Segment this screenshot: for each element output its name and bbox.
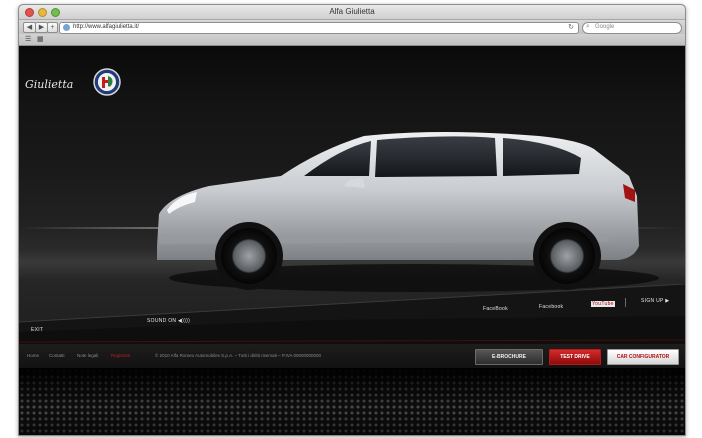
exit-link[interactable]: EXIT xyxy=(31,327,43,333)
footer-link-home[interactable]: Home xyxy=(27,353,39,358)
test-drive-button[interactable]: TEST DRIVE xyxy=(549,349,601,365)
social-link-2[interactable]: Facebook xyxy=(539,304,563,310)
bookmarks-bar: ☰ ▦ xyxy=(19,34,685,46)
window-title: Alfa Giulietta xyxy=(329,7,375,16)
web-page: Giulietta EXIT SOUND ON ◀)))) FaceBook F… xyxy=(19,46,685,435)
footer-legal-text: © 2010 Alfa Romeo Automobiles S.p.A. – T… xyxy=(155,353,321,358)
social-link-1[interactable]: FaceBook xyxy=(483,306,508,312)
nav-banner: EXIT SOUND ON ◀)))) FaceBook Facebook Yo… xyxy=(19,284,685,344)
browser-toolbar: ◀ ▶ + http://www.alfagiulietta.it/ ↻ ⌕ G… xyxy=(19,20,685,34)
search-icon: ⌕ xyxy=(586,23,590,30)
site-favicon-icon xyxy=(63,24,70,31)
address-text: http://www.alfagiulietta.it/ xyxy=(73,24,140,30)
giulietta-logo[interactable]: Giulietta xyxy=(25,78,73,91)
address-bar[interactable]: http://www.alfagiulietta.it/ ↻ xyxy=(59,22,579,34)
footer-link-register[interactable]: Registrati xyxy=(111,353,130,358)
reload-icon[interactable]: ↻ xyxy=(568,23,574,31)
signup-link[interactable]: SIGN UP ▶ xyxy=(641,298,669,304)
search-field[interactable]: ⌕ Google xyxy=(582,22,682,34)
add-bookmark-button[interactable]: + xyxy=(47,22,58,33)
banner-background xyxy=(19,284,685,344)
youtube-link[interactable]: YouTube xyxy=(591,301,615,307)
footer-link-contacts[interactable]: Contatti xyxy=(49,353,65,358)
reading-list-icon[interactable]: ☰ xyxy=(25,35,31,43)
e-brochure-button[interactable]: E-BROCHURE xyxy=(475,349,543,365)
browser-window: Alfa Giulietta ◀ ▶ + http://www.alfagiul… xyxy=(18,4,686,436)
top-sites-icon[interactable]: ▦ xyxy=(37,35,44,43)
alfa-romeo-badge-icon[interactable] xyxy=(93,68,121,96)
footer-bar: Home Contatti Note legali Registrati © 2… xyxy=(19,344,685,368)
grille-shading xyxy=(19,368,685,435)
nav-divider xyxy=(625,298,626,307)
title-bar: Alfa Giulietta xyxy=(19,5,685,20)
footer-link-legal[interactable]: Note legali xyxy=(77,353,98,358)
search-placeholder: Google xyxy=(595,24,615,30)
sound-toggle[interactable]: SOUND ON ◀)))) xyxy=(147,318,190,324)
car-configurator-button[interactable]: CAR CONFIGURATOR xyxy=(607,349,679,365)
